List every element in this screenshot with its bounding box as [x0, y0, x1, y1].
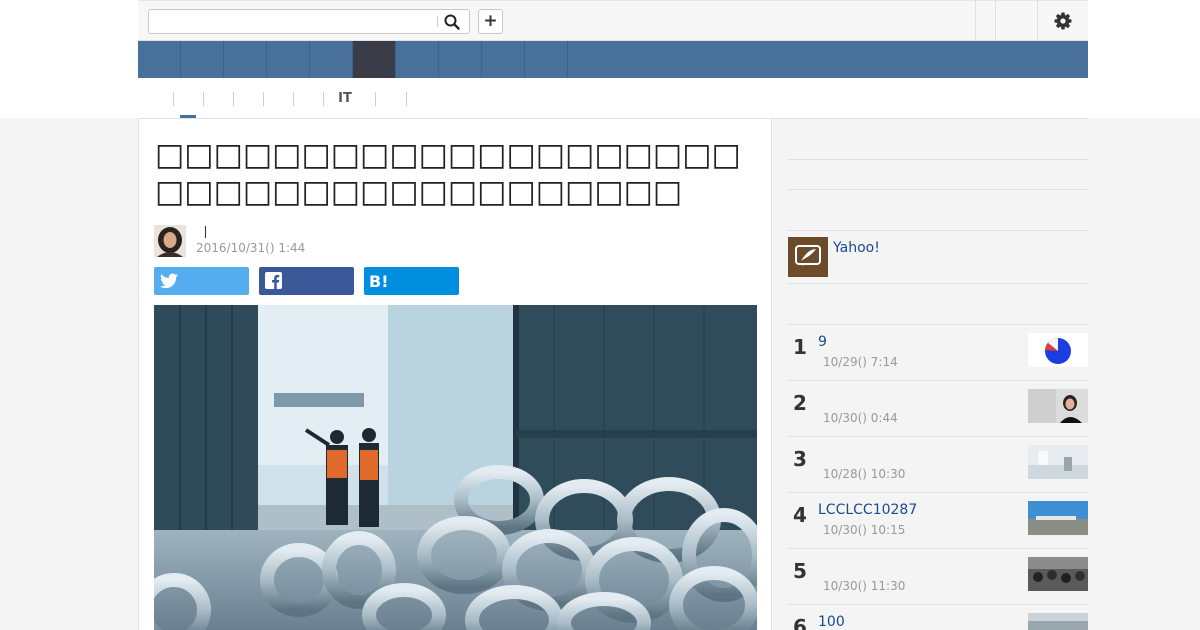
- subnav-item[interactable]: IT: [324, 91, 366, 107]
- twitter-icon: [160, 273, 178, 289]
- search-input[interactable]: [149, 10, 437, 33]
- rank-date: 10/30() 11:30: [823, 579, 906, 593]
- ranking-item[interactable]: 2 10/30() 0:44: [788, 380, 1088, 436]
- subnav-item[interactable]: [234, 91, 262, 107]
- rank-thumbnail[interactable]: [1028, 389, 1088, 423]
- nav-item[interactable]: [224, 41, 267, 78]
- nav-item[interactable]: [439, 41, 482, 78]
- hatena-share-button[interactable]: B!: [364, 267, 459, 295]
- rank-date: 10/30() 0:44: [823, 411, 898, 425]
- nav-item[interactable]: [267, 41, 310, 78]
- sidebar-divider: [788, 230, 1088, 231]
- rank-title[interactable]: LCCLCC10287: [818, 502, 917, 518]
- author-photo: [154, 225, 186, 257]
- ranking-item[interactable]: 1 9 10/29() 7:14: [788, 324, 1088, 380]
- publish-date: 2016/10/31() 1:44: [196, 241, 306, 255]
- hatena-bookmark-icon: B!: [369, 272, 389, 290]
- subnav-divider: [323, 92, 324, 106]
- nav-item-active[interactable]: [353, 41, 396, 78]
- ranking-item[interactable]: 6 100: [788, 604, 1088, 630]
- nav-item[interactable]: [310, 41, 353, 78]
- article-hero-image: [154, 305, 757, 630]
- rank-title[interactable]: 9: [818, 334, 827, 350]
- yahoo-promo-link[interactable]: Yahoo!: [833, 240, 880, 256]
- pie-chart-thumbnail: [1028, 333, 1088, 367]
- subnav-item[interactable]: [264, 91, 292, 107]
- main-nav: [138, 41, 1088, 78]
- gear-icon: [1054, 12, 1072, 30]
- subnav-divider: [375, 92, 376, 106]
- quill-icon: [788, 237, 828, 277]
- ranking-item[interactable]: 5 10/30() 11:30: [788, 548, 1088, 604]
- facebook-icon: [265, 272, 282, 289]
- nav-item[interactable]: [525, 41, 568, 78]
- add-button[interactable]: +: [478, 9, 503, 34]
- subnav-item[interactable]: [204, 91, 232, 107]
- rank-date: 10/28() 10:30: [823, 467, 906, 481]
- subnav-divider: [203, 92, 204, 106]
- rank-number: 4: [793, 503, 807, 527]
- subnav-item[interactable]: [174, 91, 202, 107]
- nav-item[interactable]: [181, 41, 224, 78]
- rank-thumbnail[interactable]: [1028, 445, 1088, 479]
- subnav-item[interactable]: [294, 91, 322, 107]
- rank-date: 10/29() 7:14: [823, 355, 898, 369]
- rank-number: 5: [793, 559, 807, 583]
- subnav-divider: [173, 92, 174, 106]
- article: □□□□□□□□□□□□□□□□□□□□□□□□□□□□□□□□□□□□□□ 2…: [138, 119, 772, 630]
- settings-button[interactable]: [1052, 10, 1074, 32]
- airport-thumbnail: [1028, 501, 1088, 535]
- rank-thumbnail[interactable]: [1028, 557, 1088, 591]
- press-photo-thumbnail: [1028, 389, 1088, 423]
- sidebar-divider: [788, 189, 1088, 190]
- author-separator: [205, 226, 206, 238]
- svg-text:B!: B!: [369, 272, 389, 290]
- rank-number: 2: [793, 391, 807, 415]
- facebook-share-button[interactable]: [259, 267, 354, 295]
- subnav-item[interactable]: [376, 91, 404, 107]
- twitter-share-button[interactable]: [154, 267, 249, 295]
- warehouse-photo: [154, 305, 757, 630]
- sidebar-divider: [788, 283, 1088, 284]
- crowd-photo-thumbnail: [1028, 557, 1088, 591]
- ranking-item[interactable]: 3 10/28() 10:30: [788, 436, 1088, 492]
- subnav-divider: [263, 92, 264, 106]
- search-icon: [444, 14, 460, 30]
- building-thumbnail: [1028, 613, 1088, 630]
- rank-thumbnail[interactable]: [1028, 333, 1088, 367]
- subnav-divider: [293, 92, 294, 106]
- hospital-room-thumbnail: [1028, 445, 1088, 479]
- ranking-item[interactable]: 4 LCCLCC10287 10/30() 10:15: [788, 492, 1088, 548]
- toolbar-divider: [1037, 1, 1038, 41]
- subnav-divider: [406, 92, 407, 106]
- nav-item[interactable]: [396, 41, 439, 78]
- top-toolbar: +: [138, 0, 1088, 41]
- search-divider: [437, 16, 438, 27]
- rank-number: 1: [793, 335, 807, 359]
- toolbar-divider: [975, 1, 976, 41]
- rank-number: 3: [793, 447, 807, 471]
- search-button[interactable]: [443, 13, 463, 31]
- search-box: [148, 9, 470, 34]
- subnav-divider: [233, 92, 234, 106]
- toolbar-divider: [995, 1, 996, 41]
- nav-item[interactable]: [482, 41, 525, 78]
- yahoo-author-icon[interactable]: [788, 237, 828, 277]
- sidebar: Yahoo! 1 9 10/29() 7:14 2 10/30() 0:44 3…: [788, 119, 1088, 630]
- rank-title[interactable]: 100: [818, 614, 845, 630]
- sidebar-divider: [788, 159, 1088, 160]
- author-avatar[interactable]: [154, 225, 186, 257]
- article-title: □□□□□□□□□□□□□□□□□□□□□□□□□□□□□□□□□□□□□□: [155, 137, 741, 210]
- rank-date: 10/30() 10:15: [823, 523, 906, 537]
- rank-thumbnail[interactable]: [1028, 613, 1088, 630]
- sub-nav: IT: [138, 78, 1088, 118]
- nav-item[interactable]: [138, 41, 181, 78]
- rank-thumbnail[interactable]: [1028, 501, 1088, 535]
- rank-number: 6: [793, 615, 807, 630]
